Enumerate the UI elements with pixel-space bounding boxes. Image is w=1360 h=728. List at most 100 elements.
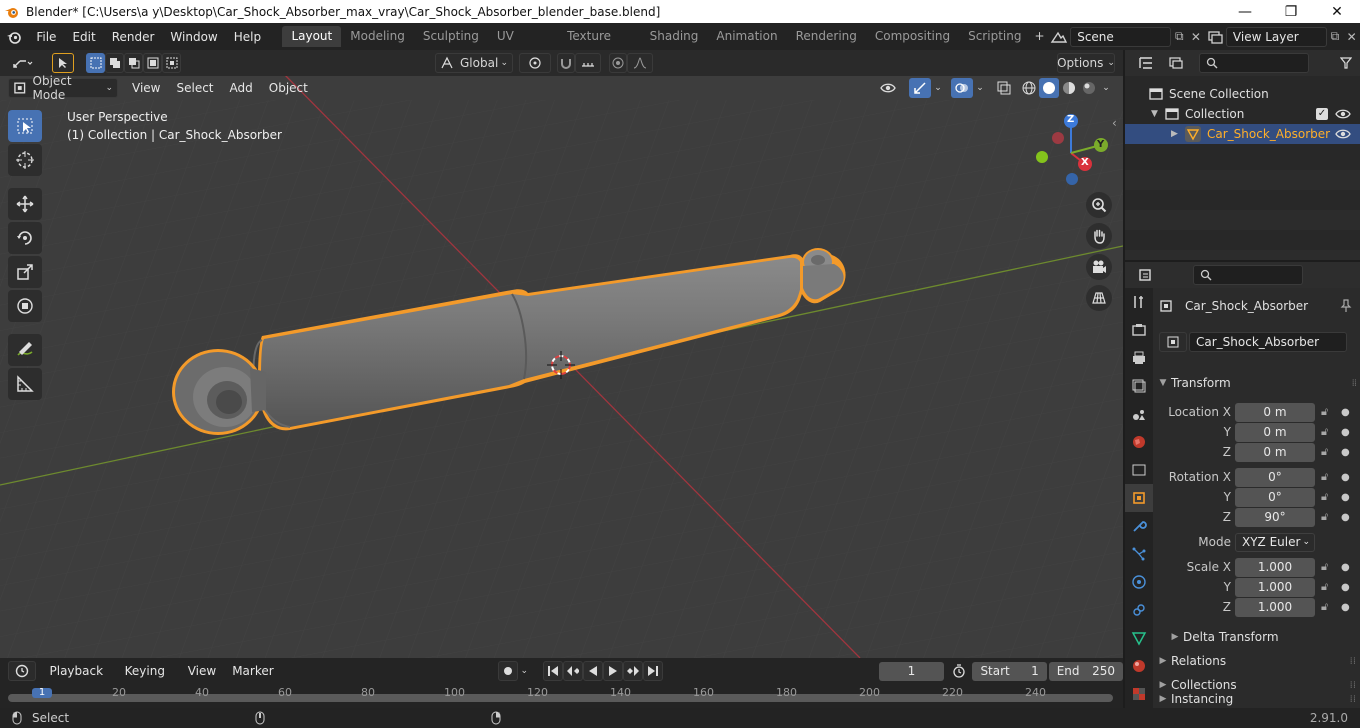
drag-handle-icon[interactable]: ⁞⁞	[1350, 694, 1356, 705]
next-keyframe-button[interactable]	[622, 661, 643, 681]
snap-target-dropdown[interactable]	[575, 53, 601, 73]
rotation-mode-dropdown[interactable]: XYZ Euler ⌄	[1235, 532, 1315, 552]
blender-menu-button[interactable]	[0, 29, 28, 45]
tab-uv-editing[interactable]: UV Editing	[488, 26, 558, 64]
tab-object[interactable]	[1125, 484, 1153, 512]
filter-button[interactable]	[1336, 53, 1356, 73]
transform-orientation-dropdown[interactable]: Global ⌄	[435, 53, 513, 73]
timeline-marker-menu[interactable]: Marker	[224, 660, 281, 682]
lock-icon[interactable]: 🔓︎	[1321, 445, 1335, 459]
eye-icon[interactable]	[1335, 108, 1351, 120]
tab-world[interactable]	[1125, 428, 1153, 456]
keyframe-dot-icon[interactable]: ●	[1341, 512, 1350, 523]
new-scene-icon[interactable]: ⧉	[1171, 29, 1188, 44]
tab-rendering[interactable]: Rendering	[787, 26, 866, 47]
pan-button[interactable]	[1086, 223, 1112, 249]
scale-y-field[interactable]: 1.000	[1235, 577, 1315, 597]
select-mode-extend-button[interactable]	[105, 53, 124, 73]
tab-particles[interactable]	[1125, 540, 1153, 568]
tab-sculpting[interactable]: Sculpting	[414, 26, 488, 47]
view-layer-selector-button[interactable]	[1204, 27, 1226, 47]
keyframe-dot-icon[interactable]: ●	[1341, 447, 1350, 458]
wireframe-shading-button[interactable]	[1019, 78, 1039, 98]
measure-tool[interactable]	[8, 368, 42, 400]
tab-texture-paint[interactable]: Texture Paint	[558, 26, 641, 64]
expand-triangle-icon[interactable]: ▼	[1151, 109, 1165, 119]
tab-tool[interactable]	[1125, 288, 1153, 316]
delta-transform-panel-header[interactable]: ▶ Delta Transform	[1155, 626, 1360, 648]
rotation-z-field[interactable]: 90°	[1235, 507, 1315, 527]
play-button[interactable]	[602, 661, 623, 681]
tab-scene[interactable]	[1125, 400, 1153, 428]
tab-data[interactable]	[1125, 624, 1153, 652]
jump-end-button[interactable]	[642, 661, 663, 681]
keyframe-dot-icon[interactable]: ●	[1341, 492, 1350, 503]
solid-shading-button[interactable]	[1039, 78, 1059, 98]
sidebar-toggle-icon[interactable]: ‹	[1112, 116, 1117, 130]
tab-render[interactable]	[1125, 316, 1153, 344]
keyframe-dot-icon[interactable]: ●	[1341, 427, 1350, 438]
annotate-tool[interactable]	[8, 334, 42, 366]
preview-range-toggle[interactable]	[950, 661, 968, 681]
new-view-layer-icon[interactable]: ⧉	[1327, 29, 1344, 44]
select-tool-button[interactable]	[52, 53, 74, 73]
start-frame-field[interactable]: Start 1	[972, 661, 1047, 681]
keyframe-dot-icon[interactable]: ●	[1341, 562, 1350, 573]
tab-view-layer[interactable]	[1125, 372, 1153, 400]
object-browse-button[interactable]	[1159, 332, 1187, 352]
menu-window[interactable]: Window	[162, 26, 225, 48]
expand-triangle-icon[interactable]: ▶	[1171, 129, 1185, 139]
viewport-menu-view[interactable]: View	[124, 77, 168, 99]
gizmo-toggle-button[interactable]	[909, 78, 931, 98]
add-workspace-button[interactable]: +	[1030, 26, 1048, 47]
mode-dropdown[interactable]: Object Mode ⌄	[8, 74, 118, 102]
current-frame-field[interactable]: 1	[878, 661, 945, 681]
tab-scripting[interactable]: Scripting	[959, 26, 1030, 47]
outliner-collection[interactable]: ▼ Collection ✓	[1125, 104, 1360, 124]
rotation-x-field[interactable]: 0°	[1235, 467, 1315, 487]
eye-icon[interactable]	[1335, 128, 1351, 140]
cursor-tool[interactable]	[8, 144, 42, 176]
rotation-y-field[interactable]: 0°	[1235, 487, 1315, 507]
properties-search-input[interactable]	[1193, 265, 1303, 285]
tab-constraints[interactable]	[1125, 596, 1153, 624]
select-mode-invert-button[interactable]	[143, 53, 162, 73]
scale-x-field[interactable]: 1.000	[1235, 557, 1315, 577]
tab-layout[interactable]: Layout	[282, 26, 342, 47]
menu-render[interactable]: Render	[104, 26, 163, 48]
outliner-object-row[interactable]: ▶ Car_Shock_Absorber	[1125, 124, 1360, 144]
lock-icon[interactable]: 🔓︎	[1321, 580, 1335, 594]
object-name-input[interactable]: Car_Shock_Absorber	[1189, 332, 1347, 352]
outliner-search-input[interactable]	[1199, 53, 1309, 73]
keyframe-dot-icon[interactable]: ●	[1341, 602, 1350, 613]
proportional-falloff-dropdown[interactable]	[627, 53, 653, 73]
current-frame-marker[interactable]: 1	[32, 688, 52, 698]
scene-name-field[interactable]: Scene	[1070, 26, 1171, 47]
relations-panel-header[interactable]: ▶ Relations ⁞⁞	[1155, 650, 1360, 672]
lock-icon[interactable]: 🔓︎	[1321, 425, 1335, 439]
visibility-dropdown[interactable]	[873, 78, 903, 98]
viewport-menu-select[interactable]: Select	[168, 77, 221, 99]
lock-icon[interactable]: 🔓︎	[1321, 470, 1335, 484]
outliner-scene-collection[interactable]: Scene Collection	[1125, 84, 1360, 104]
exclude-checkbox[interactable]: ✓	[1316, 108, 1328, 120]
view-layer-field[interactable]: View Layer	[1225, 26, 1327, 47]
timeline-playback-menu[interactable]: Playback ⌄	[42, 660, 117, 700]
tab-compositing[interactable]: Compositing	[866, 26, 959, 47]
options-dropdown[interactable]: Options ⌄	[1057, 53, 1115, 73]
tab-texture[interactable]	[1125, 680, 1153, 708]
viewport-menu-object[interactable]: Object	[261, 77, 316, 99]
keying-set-dropdown[interactable]: ⌄	[518, 661, 531, 681]
lock-icon[interactable]: 🔓︎	[1321, 510, 1335, 524]
maximize-button[interactable]: ❐	[1268, 0, 1314, 23]
outliner-editor-type-button[interactable]	[1131, 53, 1161, 73]
material-preview-button[interactable]	[1059, 78, 1079, 98]
lock-icon[interactable]: 🔓︎	[1321, 600, 1335, 614]
rotate-tool[interactable]	[8, 222, 42, 254]
menu-help[interactable]: Help	[226, 26, 269, 48]
timeline-keying-menu[interactable]: Keying ⌄	[117, 660, 180, 700]
menu-edit[interactable]: Edit	[64, 26, 103, 48]
overlays-dropdown[interactable]: ⌄	[973, 78, 987, 98]
delete-scene-icon[interactable]: ✕	[1188, 30, 1205, 44]
editor-type-button[interactable]	[8, 53, 38, 73]
